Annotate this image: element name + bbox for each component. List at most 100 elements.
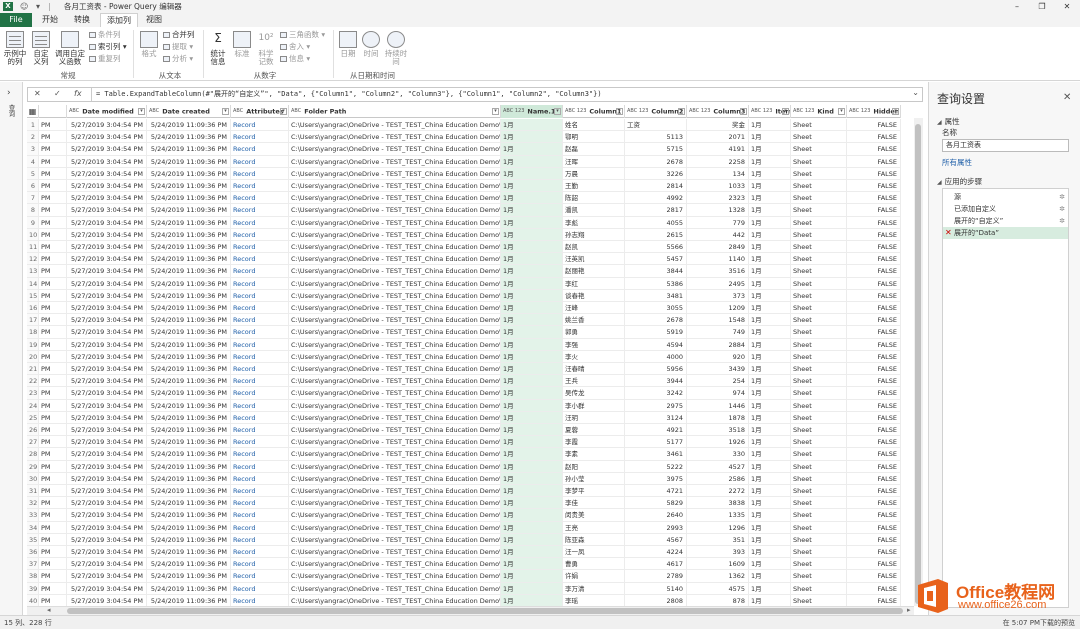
- cell-column1[interactable]: 汪一凤: [563, 546, 625, 559]
- cell-folder-path[interactable]: C:\Users\yangrac\OneDrive - TEST_TEST_Ch…: [289, 521, 501, 534]
- cell-kind[interactable]: Sheet: [791, 375, 847, 388]
- table-row[interactable]: 25 PM 5/27/2019 3:04:54 PM 5/24/2019 11:09:…: [27, 411, 914, 424]
- cell-column1[interactable]: 李强: [563, 338, 625, 351]
- cell-folder-path[interactable]: C:\Users\yangrac\OneDrive - TEST_TEST_Ch…: [289, 533, 501, 546]
- cell-date-modified[interactable]: 5/27/2019 3:04:54 PM: [67, 302, 147, 315]
- cell-column2[interactable]: 4567: [625, 533, 687, 546]
- filter-dropdown-icon[interactable]: ▾: [678, 108, 685, 115]
- cell-partial[interactable]: PM: [39, 326, 67, 339]
- cell-attributes[interactable]: Record: [231, 228, 289, 241]
- step-expanded-custom[interactable]: 展开的“自定义” ✲: [943, 215, 1068, 227]
- cell-item[interactable]: 1月: [749, 265, 791, 278]
- cell-attributes[interactable]: Record: [231, 241, 289, 254]
- cell-column2[interactable]: 3055: [625, 302, 687, 315]
- cell-name1[interactable]: 1月: [501, 472, 563, 485]
- cell-item[interactable]: 1月: [749, 338, 791, 351]
- cell-attributes[interactable]: Record: [231, 533, 289, 546]
- table-menu-icon[interactable]: ▦: [27, 105, 39, 118]
- cell-name1[interactable]: 1月: [501, 241, 563, 254]
- cell-column1[interactable]: 李火: [563, 350, 625, 363]
- cell-column2[interactable]: 3481: [625, 289, 687, 302]
- cell-date-modified[interactable]: 5/27/2019 3:04:54 PM: [67, 363, 147, 376]
- cell-kind[interactable]: Sheet: [791, 277, 847, 290]
- cell-date-created[interactable]: 5/24/2019 11:09:36 PM: [147, 399, 231, 412]
- cell-column1[interactable]: 李红: [563, 277, 625, 290]
- cell-item[interactable]: 1月: [749, 155, 791, 168]
- duration-button[interactable]: 持续时间: [384, 31, 408, 66]
- cell-column3[interactable]: 974: [687, 387, 749, 400]
- formula-input[interactable]: = Table.ExpandTableColumn(#"展开的“自定义”", "…: [96, 88, 602, 101]
- cell-hidden[interactable]: FALSE: [847, 411, 901, 424]
- cell-folder-path[interactable]: C:\Users\yangrac\OneDrive - TEST_TEST_Ch…: [289, 216, 501, 229]
- cell-column3[interactable]: 2258: [687, 155, 749, 168]
- cell-item[interactable]: 1月: [749, 558, 791, 571]
- cell-column1[interactable]: 赵丽艳: [563, 265, 625, 278]
- cell-name1[interactable]: 1月: [501, 216, 563, 229]
- cell-partial[interactable]: PM: [39, 119, 67, 132]
- filter-dropdown-icon[interactable]: ▾: [554, 108, 561, 115]
- cell-attributes[interactable]: Record: [231, 350, 289, 363]
- cell-date-modified[interactable]: 5/27/2019 3:04:54 PM: [67, 485, 147, 498]
- cell-folder-path[interactable]: C:\Users\yangrac\OneDrive - TEST_TEST_Ch…: [289, 155, 501, 168]
- cell-name1[interactable]: 1月: [501, 448, 563, 461]
- cell-name1[interactable]: 1月: [501, 302, 563, 315]
- cell-hidden[interactable]: FALSE: [847, 131, 901, 144]
- cell-date-created[interactable]: 5/24/2019 11:09:36 PM: [147, 460, 231, 473]
- cell-attributes[interactable]: Record: [231, 119, 289, 132]
- cell-column1[interactable]: 汪玥: [563, 411, 625, 424]
- fx-icon[interactable]: fx: [74, 89, 82, 98]
- cell-date-created[interactable]: 5/24/2019 11:09:36 PM: [147, 326, 231, 339]
- cell-name1[interactable]: 1月: [501, 265, 563, 278]
- cell-kind[interactable]: Sheet: [791, 241, 847, 254]
- cell-date-modified[interactable]: 5/27/2019 3:04:54 PM: [67, 558, 147, 571]
- maximize-icon[interactable]: ❐: [1035, 0, 1049, 13]
- cell-kind[interactable]: Sheet: [791, 253, 847, 266]
- cell-column3[interactable]: 2071: [687, 131, 749, 144]
- cell-kind[interactable]: Sheet: [791, 570, 847, 583]
- cell-date-modified[interactable]: 5/27/2019 3:04:54 PM: [67, 399, 147, 412]
- cell-column1[interactable]: 王亮: [563, 521, 625, 534]
- cell-folder-path[interactable]: C:\Users\yangrac\OneDrive - TEST_TEST_Ch…: [289, 497, 501, 510]
- cell-attributes[interactable]: Record: [231, 399, 289, 412]
- cell-date-modified[interactable]: 5/27/2019 3:04:54 PM: [67, 119, 147, 132]
- cell-date-created[interactable]: 5/24/2019 11:09:36 PM: [147, 192, 231, 205]
- table-row[interactable]: 8 PM 5/27/2019 3:04:54 PM 5/24/2019 11:09:3…: [27, 204, 914, 217]
- cell-column3[interactable]: 2323: [687, 192, 749, 205]
- table-row[interactable]: 17 PM 5/27/2019 3:04:54 PM 5/24/2019 11:09:…: [27, 314, 914, 327]
- cell-column1[interactable]: 孙小莹: [563, 472, 625, 485]
- cell-attributes[interactable]: Record: [231, 302, 289, 315]
- cell-column2[interactable]: 2640: [625, 509, 687, 522]
- cell-kind[interactable]: Sheet: [791, 533, 847, 546]
- cell-date-modified[interactable]: 5/27/2019 3:04:54 PM: [67, 155, 147, 168]
- table-row[interactable]: 36 PM 5/27/2019 3:04:54 PM 5/24/2019 11:09:…: [27, 546, 914, 559]
- cell-date-modified[interactable]: 5/27/2019 3:04:54 PM: [67, 326, 147, 339]
- cell-attributes[interactable]: Record: [231, 582, 289, 595]
- cell-hidden[interactable]: FALSE: [847, 436, 901, 449]
- cell-column2[interactable]: 3844: [625, 265, 687, 278]
- cell-hidden[interactable]: FALSE: [847, 253, 901, 266]
- cell-hidden[interactable]: FALSE: [847, 582, 901, 595]
- cell-folder-path[interactable]: C:\Users\yangrac\OneDrive - TEST_TEST_Ch…: [289, 546, 501, 559]
- cell-hidden[interactable]: FALSE: [847, 533, 901, 546]
- cell-name1[interactable]: 1月: [501, 497, 563, 510]
- cell-folder-path[interactable]: C:\Users\yangrac\OneDrive - TEST_TEST_Ch…: [289, 314, 501, 327]
- cell-date-created[interactable]: 5/24/2019 11:09:36 PM: [147, 241, 231, 254]
- table-row[interactable]: 16 PM 5/27/2019 3:04:54 PM 5/24/2019 11:09:…: [27, 302, 914, 315]
- cell-date-modified[interactable]: 5/27/2019 3:04:54 PM: [67, 570, 147, 583]
- merge-columns-button[interactable]: 合并列: [163, 30, 195, 40]
- cell-attributes[interactable]: Record: [231, 204, 289, 217]
- cell-column3[interactable]: 920: [687, 350, 749, 363]
- cell-kind[interactable]: Sheet: [791, 180, 847, 193]
- cell-name1[interactable]: 1月: [501, 558, 563, 571]
- column-header[interactable]: ABC 123 Name.1 ▾: [501, 105, 563, 118]
- cell-partial[interactable]: PM: [39, 448, 67, 461]
- cell-hidden[interactable]: FALSE: [847, 277, 901, 290]
- cell-hidden[interactable]: FALSE: [847, 570, 901, 583]
- cell-date-modified[interactable]: 5/27/2019 3:04:54 PM: [67, 131, 147, 144]
- cell-column3[interactable]: 1362: [687, 570, 749, 583]
- table-row[interactable]: 21 PM 5/27/2019 3:04:54 PM 5/24/2019 11:09:…: [27, 363, 914, 376]
- cell-folder-path[interactable]: C:\Users\yangrac\OneDrive - TEST_TEST_Ch…: [289, 485, 501, 498]
- minimize-icon[interactable]: –: [1010, 0, 1024, 13]
- data-type-icon[interactable]: ABC 123: [565, 105, 586, 118]
- cell-date-created[interactable]: 5/24/2019 11:09:36 PM: [147, 472, 231, 485]
